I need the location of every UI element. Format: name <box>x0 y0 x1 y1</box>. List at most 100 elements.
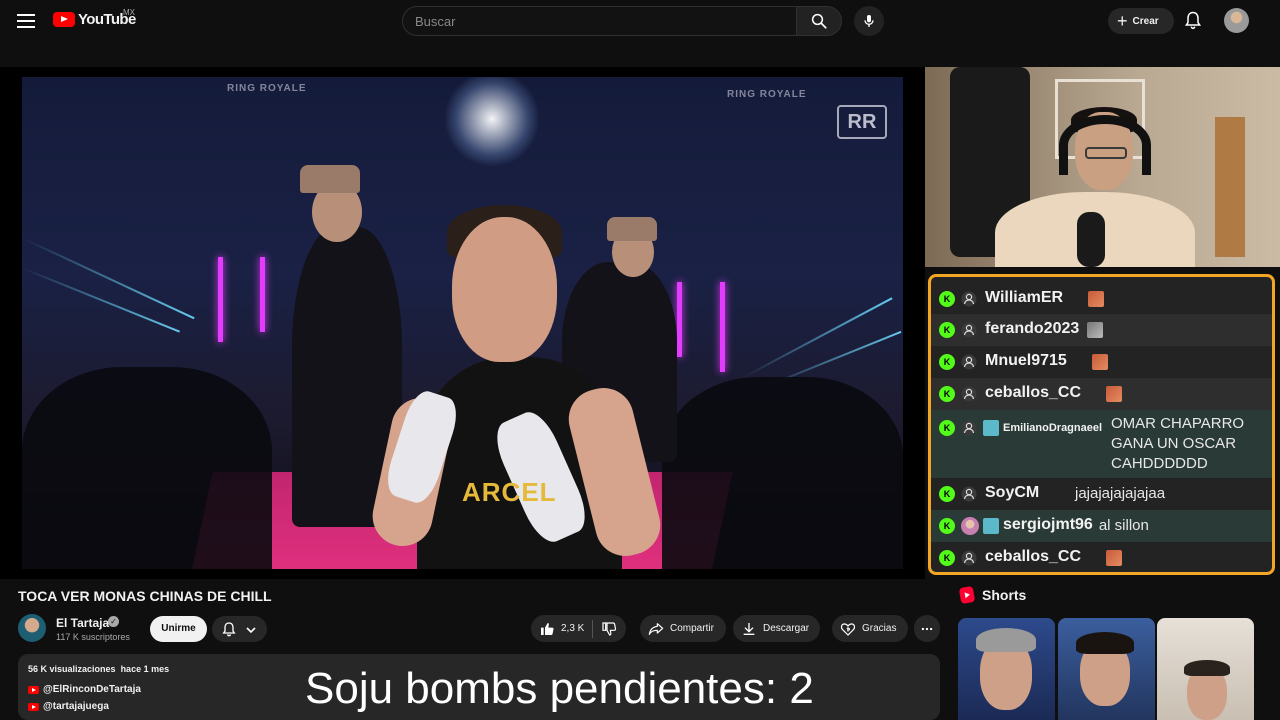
video-player[interactable]: RING ROYALE RING ROYALE RR ARCEL <box>0 67 925 579</box>
chat-emote-icon <box>1106 386 1123 402</box>
shorts-icon <box>958 585 976 605</box>
search-input[interactable] <box>415 7 784 35</box>
user-icon <box>961 550 977 566</box>
short-thumbnail[interactable] <box>958 618 1055 720</box>
chat-message[interactable]: K sergiojmt96 al sillon <box>931 510 1272 542</box>
chat-username: EmilianoDragnaeel <box>1003 422 1103 434</box>
voice-search-button[interactable] <box>854 6 884 36</box>
crowd-left <box>22 367 272 569</box>
create-button[interactable]: + Crear <box>1108 8 1174 34</box>
kick-badge-icon: K <box>939 322 955 338</box>
chat-message[interactable]: K ferando2023 <box>931 314 1272 346</box>
plus-icon: + <box>1117 11 1128 31</box>
short-thumbnail-hair <box>1184 660 1230 676</box>
ring-royale-logo: RR <box>837 105 887 139</box>
bell-icon <box>1184 11 1202 30</box>
more-options-icon <box>921 627 933 630</box>
download-button[interactable]: Descargar <box>733 615 820 642</box>
top-bar: YouTube MX + Crear <box>0 0 1280 42</box>
shorts-title: Shorts <box>982 587 1027 603</box>
kick-badge-icon: K <box>939 550 955 566</box>
video-title: TOCA VER MONAS CHINAS DE CHILL <box>18 588 272 604</box>
region-label: MX <box>123 8 135 17</box>
headphones <box>1059 115 1151 175</box>
kick-badge-icon: K <box>939 518 955 534</box>
join-button[interactable]: Unirme <box>150 616 207 642</box>
more-actions-button[interactable] <box>914 615 940 642</box>
kick-badge-icon: K <box>939 486 955 502</box>
chat-message-text: jajajajajajajaa <box>1075 485 1166 502</box>
download-icon <box>743 622 755 635</box>
chat-message-text: OMAR CHAPARRO GANA UN OSCAR CAHDDDDDD <box>1111 415 1245 472</box>
chat-message[interactable]: K Mnuel9715 <box>931 346 1272 378</box>
chat-message[interactable]: K SoyCM jajajajajajajaa <box>931 478 1272 510</box>
subscriber-count: 117 K suscriptores <box>56 632 130 642</box>
chat-message-text: al sillon <box>1098 517 1149 534</box>
streamer-webcam <box>925 67 1280 267</box>
share-label: Compartir <box>670 623 714 634</box>
microphone-icon <box>864 15 874 27</box>
chat-message[interactable]: K EmilianoDragnaeel OMAR CHAPARRO GANA U… <box>931 410 1272 478</box>
thanks-button[interactable]: Gracias <box>832 615 908 642</box>
chat-username: SoyCM <box>985 484 1040 501</box>
video-frame: RING ROYALE RING ROYALE RR ARCEL <box>22 77 903 569</box>
view-stats: 56 K visualizaciones hace 1 mes <box>28 664 169 674</box>
chat-emote-icon <box>1091 354 1108 370</box>
subscriber-badge-icon <box>983 518 999 534</box>
verified-check-icon: ✓ <box>108 616 119 627</box>
thumbs-up-icon[interactable] <box>539 621 555 637</box>
chat-username: ceballos_CC <box>985 548 1082 565</box>
channel-name[interactable]: El Tartaja <box>56 616 109 630</box>
short-thumbnail[interactable] <box>1058 618 1155 720</box>
kick-chat-overlay: K WilliamER K ferando2023 K Mnuel9715 K … <box>928 274 1275 575</box>
user-icon <box>961 386 977 402</box>
like-dislike-group: 2,3 K <box>531 615 626 642</box>
heart-dollar-icon <box>840 622 856 636</box>
kick-badge-icon: K <box>939 291 955 307</box>
search-button[interactable] <box>796 6 842 36</box>
ring-royale-banner-left: RING ROYALE <box>227 83 307 94</box>
user-icon <box>961 486 977 502</box>
like-count[interactable]: 2,3 K <box>561 623 584 634</box>
hamburger-menu-icon[interactable] <box>14 10 38 32</box>
glasses <box>1085 147 1127 159</box>
chat-emote-icon <box>1106 550 1123 566</box>
youtube-play-icon <box>53 12 75 27</box>
chat-message[interactable]: K WilliamER <box>931 284 1272 314</box>
divider <box>592 619 594 638</box>
notifications-button[interactable] <box>1183 9 1205 33</box>
kick-badge-icon: K <box>939 354 955 370</box>
subscription-bell-button[interactable] <box>212 616 267 642</box>
bell-icon <box>222 622 236 637</box>
chat-emote-icon <box>1087 322 1104 338</box>
share-button[interactable]: Compartir <box>640 615 726 642</box>
chat-message[interactable]: K ceballos_CC <box>931 378 1272 410</box>
chat-emote-icon <box>1088 291 1105 307</box>
kick-badge-icon: K <box>939 420 955 436</box>
short-thumbnail-hair <box>1076 632 1134 654</box>
chat-username: WilliamER <box>985 289 1064 306</box>
short-thumbnail-hair <box>976 628 1036 652</box>
cat-tree <box>1215 117 1245 257</box>
description-channel-link[interactable]: @ElRinconDeTartaja <box>28 684 141 695</box>
thumbs-down-icon[interactable] <box>601 621 617 637</box>
youtube-logo[interactable]: YouTube MX <box>53 8 136 28</box>
chat-message[interactable]: K ceballos_CC <box>931 542 1272 572</box>
view-count: 56 K visualizaciones <box>28 664 116 674</box>
description-channel-link[interactable]: @tartajajuega <box>28 701 109 712</box>
stream-overlay-caption: Soju bombs pendientes: 2 <box>305 664 814 713</box>
streaming-microphone <box>1077 212 1105 267</box>
account-avatar[interactable] <box>1224 8 1249 33</box>
shorts-header: Shorts <box>958 585 1027 605</box>
neon-light <box>218 257 223 342</box>
upload-date: hace 1 mes <box>120 664 170 674</box>
crowd-right <box>662 377 903 569</box>
create-label: Crear <box>1132 15 1159 27</box>
user-avatar <box>961 517 979 535</box>
user-icon <box>961 420 977 436</box>
chat-username: sergiojmt96 <box>1003 516 1093 533</box>
channel-avatar[interactable] <box>18 614 46 642</box>
shirt-lettering: ARCEL <box>462 477 557 507</box>
short-thumbnail[interactable] <box>1157 618 1254 720</box>
search-icon <box>811 13 827 29</box>
